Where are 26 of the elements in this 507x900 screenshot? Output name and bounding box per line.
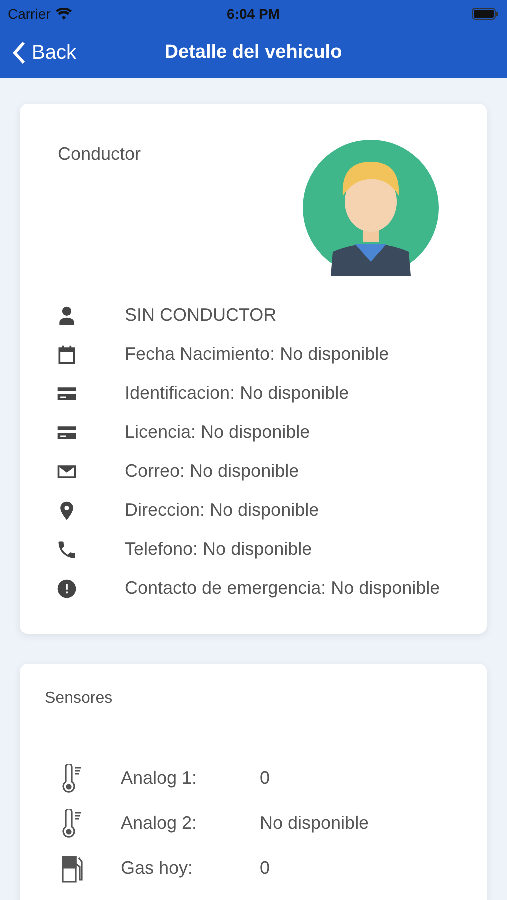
alert-icon bbox=[56, 578, 78, 600]
driver-info-text: Contacto de emergencia: No disponible bbox=[125, 577, 440, 600]
fuel-pump-icon bbox=[60, 854, 86, 884]
sensor-value: 0 bbox=[260, 858, 270, 879]
battery-icon bbox=[472, 8, 499, 20]
card-title: Sensores bbox=[44, 689, 114, 708]
screen-title: Detalle del vehiculo bbox=[164, 42, 342, 64]
status-time: 6:04 PM bbox=[227, 6, 280, 22]
carrier-name: Carrier bbox=[8, 6, 51, 22]
chevron-left-icon bbox=[12, 41, 26, 65]
driver-info-text: Identificacion: No disponible bbox=[125, 382, 350, 405]
sensor-label: Gas hoy: bbox=[121, 858, 194, 879]
sensor-label: Analog 1: bbox=[121, 768, 198, 789]
back-button[interactable]: Back bbox=[0, 41, 76, 65]
wifi-icon bbox=[56, 8, 72, 20]
sensor-value: No disponible bbox=[260, 813, 370, 834]
driver-info-text: Direccion: No disponible bbox=[125, 499, 320, 522]
calendar-icon bbox=[56, 344, 78, 366]
driver-info-text: Licencia: No disponible bbox=[125, 421, 310, 444]
sensor-label: Analog 2: bbox=[121, 813, 198, 834]
driver-info-text: Correo: No disponible bbox=[125, 460, 300, 483]
driver-info-text: Telefono: No disponible bbox=[125, 538, 312, 561]
driver-info-text: SIN CONDUCTOR bbox=[125, 304, 277, 327]
card-title: Conductor bbox=[58, 144, 142, 166]
driver-info-text: Fecha Nacimiento: No disponible bbox=[125, 343, 390, 366]
sensor-value: 0 bbox=[260, 768, 270, 789]
